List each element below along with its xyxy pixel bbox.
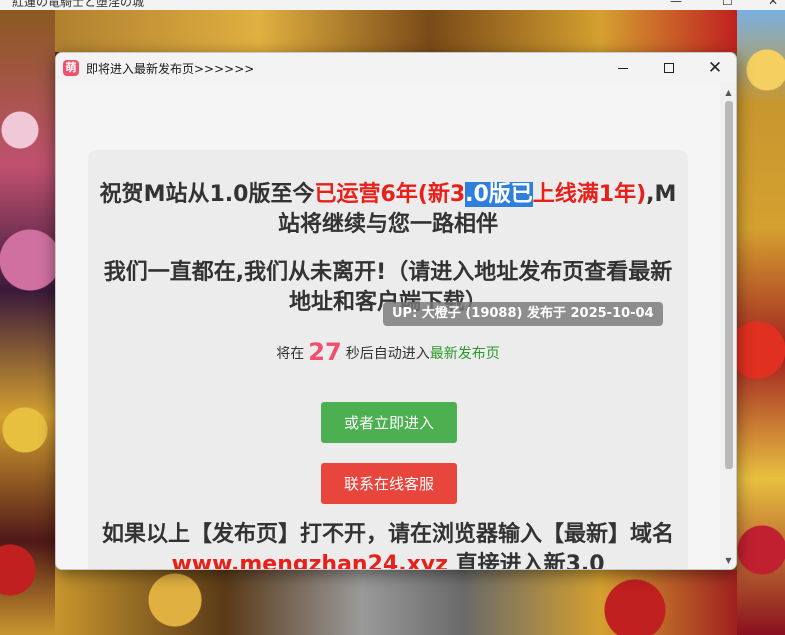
background-artwork-right <box>737 10 785 635</box>
background-artwork-top <box>55 10 737 52</box>
minimize-icon <box>618 67 628 69</box>
scroll-down-arrow-icon[interactable]: ▼ <box>720 553 736 569</box>
dialog-titlebar[interactable]: 萌 即将进入最新发布页>>>>>> ✕ <box>56 53 736 83</box>
background-minimize-button[interactable]: — <box>670 0 682 8</box>
fallback-notice-text-end: 直接进入新3.0 <box>447 552 605 570</box>
vertical-scrollbar[interactable]: ▲ ▼ <box>720 83 736 569</box>
headline-highlight-end: 上线满1年) <box>532 182 647 207</box>
enter-now-button[interactable]: 或者立即进入 <box>321 402 457 443</box>
headline-selected-text: .0版已 <box>465 182 533 207</box>
close-icon: ✕ <box>707 57 723 78</box>
release-page-link[interactable]: 最新发布页 <box>430 346 500 362</box>
uploader-info-overlay: UP: 大橙子 (19088) 发布于 2025-10-04 <box>383 302 663 326</box>
headline-highlight: 已运营6年(新3 <box>314 182 466 207</box>
background-close-button[interactable]: ✕ <box>768 0 778 8</box>
announcement-headline: 祝贺M站从1.0版至今已运营6年(新3.0版已上线满1年),M站将继续与您一路相… <box>96 180 680 240</box>
background-maximize-button[interactable]: ☐ <box>722 0 733 8</box>
maximize-icon <box>664 63 674 73</box>
close-button[interactable]: ✕ <box>692 53 736 83</box>
contact-support-button[interactable]: 联系在线客服 <box>321 463 457 504</box>
countdown-number: 27 <box>308 338 342 366</box>
announcement-card: 祝贺M站从1.0版至今已运营6年(新3.0版已上线满1年),M站将继续与您一路相… <box>88 150 688 570</box>
scroll-up-arrow-icon[interactable]: ▲ <box>720 85 736 101</box>
background-artwork-bottom <box>55 570 737 635</box>
fallback-domain-notice: 如果以上【发布页】打不开，请在浏览器输入【最新】域名 www.mengzhan2… <box>96 520 680 570</box>
app-icon: 萌 <box>63 60 79 76</box>
countdown-suffix: 秒后自动进入 <box>345 346 430 362</box>
fallback-domain-link[interactable]: www.mengzhan24.xyz <box>171 552 447 569</box>
dialog-content: 祝贺M站从1.0版至今已运营6年(新3.0版已上线满1年),M站将继续与您一路相… <box>56 83 720 570</box>
minimize-button[interactable] <box>600 53 646 83</box>
scrollbar-thumb[interactable] <box>725 101 733 469</box>
background-window-title: 紅蓮の竜騎士と堕淫の城 <box>12 0 145 9</box>
countdown-line: 将在 27 秒后自动进入最新发布页 <box>88 338 688 366</box>
headline-text: 祝贺M站从1.0版至今 <box>99 182 315 207</box>
dialog-title: 即将进入最新发布页>>>>>> <box>86 61 255 76</box>
fallback-notice-text: 如果以上【发布页】打不开，请在浏览器输入【最新】域名 <box>101 522 674 547</box>
background-artwork-left <box>0 10 55 635</box>
background-window-titlebar: 紅蓮の竜騎士と堕淫の城 — ☐ ✕ <box>0 0 785 10</box>
countdown-prefix: 将在 <box>276 346 305 362</box>
maximize-button[interactable] <box>646 53 692 83</box>
